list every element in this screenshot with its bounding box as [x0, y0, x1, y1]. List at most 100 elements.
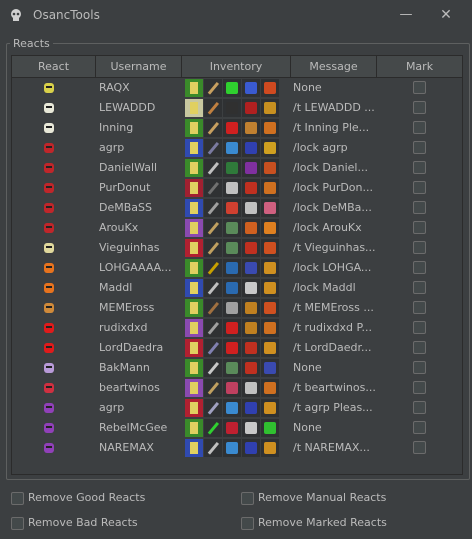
inventory-item-icon — [204, 439, 222, 457]
mark-checkbox[interactable] — [413, 441, 426, 454]
red-arrow-icon — [44, 343, 54, 353]
inventory-item-icon — [185, 279, 203, 297]
mark-checkbox[interactable] — [413, 181, 426, 194]
message-cell: /t NAREMAX... — [293, 441, 370, 454]
table-row[interactable]: RebelMcGee None — [12, 418, 462, 438]
mark-checkbox[interactable] — [413, 321, 426, 334]
mark-checkbox[interactable] — [413, 161, 426, 174]
column-header-mark[interactable]: Mark — [377, 56, 462, 77]
table-row[interactable]: BakMann None — [12, 358, 462, 378]
table-row[interactable]: DanielWall/lock Daniel... — [12, 158, 462, 178]
table-row[interactable]: agrp/lock agrp — [12, 138, 462, 158]
inventory-item-icon — [185, 319, 203, 337]
react-cell — [41, 380, 67, 396]
inventory-item-icon — [185, 219, 203, 237]
remove-marked-reacts-checkbox[interactable] — [241, 517, 254, 530]
inventory-item-icon — [185, 139, 203, 157]
table-row[interactable]: Maddl/lock Maddl — [12, 278, 462, 298]
table-row[interactable]: DeMBaSS/lock DeMBa... — [12, 198, 462, 218]
mark-checkbox[interactable] — [413, 361, 426, 374]
mark-checkbox[interactable] — [413, 101, 426, 114]
inventory-item-icon — [185, 419, 203, 437]
table-row[interactable]: LordDaedra/t LordDaedr... — [12, 338, 462, 358]
inventory-item-icon — [242, 319, 260, 337]
inventory-item-icon — [204, 79, 222, 97]
inventory-item-icon — [242, 119, 260, 137]
minimize-button[interactable]: — — [396, 6, 416, 24]
column-header-username[interactable]: Username — [96, 56, 182, 77]
message-cell: /lock PurDon... — [293, 181, 374, 194]
remove-bad-reacts-checkbox[interactable] — [11, 517, 24, 530]
inventory-cell — [185, 299, 290, 317]
inventory-item-icon — [223, 139, 241, 157]
mark-checkbox[interactable] — [413, 301, 426, 314]
mark-checkbox[interactable] — [413, 401, 426, 414]
inventory-item-icon — [185, 79, 203, 97]
react-cell — [41, 260, 67, 276]
close-button[interactable]: ✕ — [436, 6, 456, 24]
mark-checkbox[interactable] — [413, 381, 426, 394]
inventory-item-icon — [185, 119, 203, 137]
inventory-cell — [185, 79, 290, 97]
inventory-item-icon — [261, 399, 279, 417]
inventory-item-icon — [223, 379, 241, 397]
inventory-item-icon — [185, 199, 203, 217]
inventory-item-icon — [185, 179, 203, 197]
inventory-item-icon — [204, 319, 222, 337]
inventory-cell — [185, 439, 290, 457]
mark-checkbox[interactable] — [413, 121, 426, 134]
inventory-item-icon — [261, 319, 279, 337]
inventory-item-icon — [204, 279, 222, 297]
table-row[interactable]: NAREMAX/t NAREMAX... — [12, 438, 462, 458]
white-egg-icon — [44, 103, 54, 113]
inventory-item-icon — [242, 339, 260, 357]
mark-checkbox[interactable] — [413, 421, 426, 434]
inventory-item-icon — [242, 419, 260, 437]
table-row[interactable]: beartwinos/t beartwinos... — [12, 378, 462, 398]
inventory-item-icon — [223, 399, 241, 417]
inventory-item-icon — [185, 379, 203, 397]
inventory-item-icon — [223, 239, 241, 257]
remove-marked-reacts-label: Remove Marked Reacts — [258, 516, 387, 529]
mark-checkbox[interactable] — [413, 261, 426, 274]
table-row[interactable]: ArouKx/lock ArouKx — [12, 218, 462, 238]
inventory-cell — [185, 219, 290, 237]
column-header-react[interactable]: React — [12, 56, 96, 77]
remove-good-reacts-checkbox[interactable] — [11, 492, 24, 505]
username-cell: Vieguinhas — [99, 241, 160, 254]
react-cell — [41, 80, 67, 96]
remove-manual-reacts-checkbox[interactable] — [241, 492, 254, 505]
username-cell: RebelMcGee — [99, 421, 168, 434]
inventory-item-icon — [204, 199, 222, 217]
mark-checkbox[interactable] — [413, 281, 426, 294]
table-row[interactable]: agrp/t agrp Pleas... — [12, 398, 462, 418]
table-row[interactable]: rudixdxd/t rudixdxd P... — [12, 318, 462, 338]
table-row[interactable]: RAQX None — [12, 78, 462, 98]
inventory-item-icon — [242, 439, 260, 457]
table-row[interactable]: PurDonut/lock PurDon... — [12, 178, 462, 198]
table-row[interactable]: Vieguinhas/t Vieguinhas... — [12, 238, 462, 258]
red-helmet-icon — [44, 163, 54, 173]
mark-checkbox[interactable] — [413, 81, 426, 94]
inventory-item-icon — [261, 79, 279, 97]
mark-checkbox[interactable] — [413, 141, 426, 154]
table-row[interactable]: MEMEross/t MEMEross ... — [12, 298, 462, 318]
inventory-item-icon — [185, 259, 203, 277]
inventory-item-icon — [242, 99, 260, 117]
react-cell — [41, 160, 67, 176]
inventory-cell — [185, 159, 290, 177]
inventory-item-icon — [261, 99, 279, 117]
table-row[interactable]: Inning/t Inning Ple... — [12, 118, 462, 138]
inventory-item-icon — [261, 359, 279, 377]
table-row[interactable]: LOHGAAAA... /lock LOHGA... — [12, 258, 462, 278]
mark-checkbox[interactable] — [413, 221, 426, 234]
inventory-item-icon — [185, 399, 203, 417]
red-helmet-icon — [44, 203, 54, 213]
column-header-message[interactable]: Message — [291, 56, 377, 77]
column-header-inventory[interactable]: Inventory — [182, 56, 291, 77]
mark-checkbox[interactable] — [413, 341, 426, 354]
mark-checkbox[interactable] — [413, 201, 426, 214]
table-row[interactable]: LEWADDD/t LEWADDD ... — [12, 98, 462, 118]
inventory-item-icon — [204, 99, 222, 117]
mark-checkbox[interactable] — [413, 241, 426, 254]
